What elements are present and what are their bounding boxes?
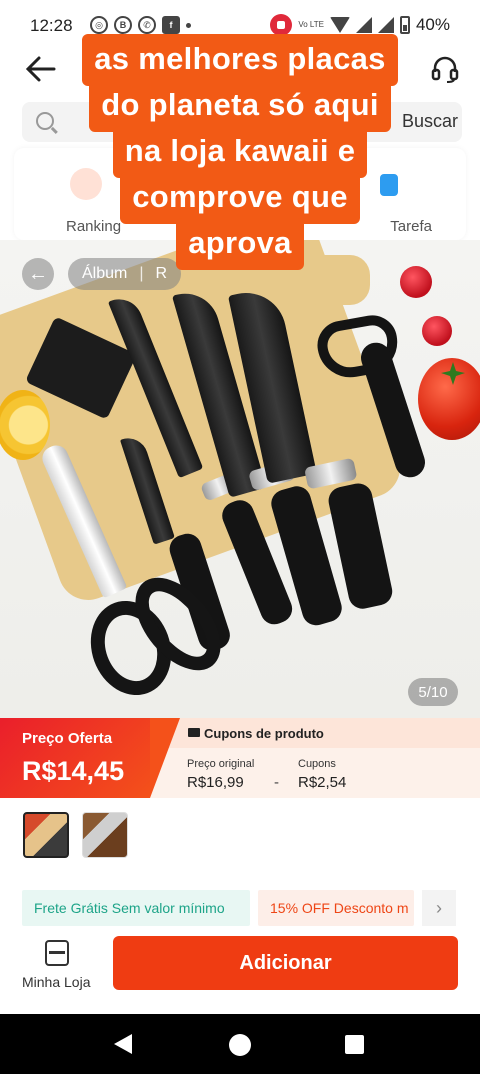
caption-overlay: as melhores placas do planeta só aqui na… [60, 34, 420, 270]
caption-line: na loja kawaii e [112, 126, 368, 178]
album-back-icon[interactable]: ← [22, 258, 54, 290]
original-price-value: R$16,99 [187, 774, 244, 791]
status-right: Vo LTE 40% [270, 14, 450, 36]
back-arrow-icon[interactable] [24, 52, 58, 86]
discount-tag[interactable]: 15% OFF Desconto m [258, 890, 414, 926]
tomato-stem [441, 362, 465, 385]
caption-line: as melhores placas [82, 34, 398, 86]
battery-percent: 40% [415, 15, 450, 34]
price-slant [150, 718, 180, 798]
coupon-title: Cupons de produto [188, 726, 324, 741]
signal-icon-2 [377, 17, 394, 33]
notification-app-icon: ◎ [90, 16, 108, 34]
product-image[interactable] [0, 240, 480, 718]
original-price-label: Preço original [187, 758, 255, 770]
battery-icon [399, 16, 410, 34]
search-icon [36, 112, 54, 130]
wifi-icon [329, 17, 350, 33]
b-app-icon: B [114, 16, 132, 34]
coupon-label: Cupons [298, 758, 336, 770]
image-counter: 5/10 [408, 678, 458, 706]
facebook-icon: f [162, 16, 180, 34]
system-nav-bar [0, 1014, 480, 1074]
cherry-tomato [422, 316, 452, 346]
add-to-cart-button[interactable]: Adicionar [113, 936, 458, 990]
tags-more-chevron-icon[interactable]: › [422, 890, 456, 926]
nav-back-icon[interactable] [114, 1034, 132, 1054]
more-notifications-dot-icon [186, 23, 191, 28]
screen: 12:28 ◎ B ✆ f Vo LTE 40% Buscar Ranking … [0, 0, 480, 1074]
my-store-button[interactable]: Minha Loja [22, 974, 91, 990]
minus-sign: - [274, 774, 279, 791]
whatsapp-icon: ✆ [138, 16, 156, 34]
nav-home-icon[interactable] [229, 1034, 251, 1056]
recording-icon [270, 14, 293, 36]
bottom-action-bar: Minha Loja Adicionar [0, 926, 480, 1012]
coupon-title-text: Cupons de produto [204, 726, 324, 741]
price-box: Preço Oferta R$14,45 [0, 718, 150, 798]
variant-thumbnail-selected[interactable] [23, 812, 69, 858]
status-time: 12:28 [30, 16, 73, 35]
headset-icon[interactable] [430, 54, 460, 84]
price-value: R$14,45 [22, 756, 125, 786]
free-shipping-tag[interactable]: Frete Grátis Sem valor mínimo [22, 890, 250, 926]
notification-icons: ◎ B ✆ f [90, 16, 191, 34]
signal-icon [355, 17, 372, 33]
nav-recents-icon[interactable] [345, 1035, 364, 1054]
caption-line: aprova [176, 218, 304, 270]
variant-thumbnail[interactable] [82, 812, 128, 858]
coupon-header: Cupons de produto [150, 718, 480, 748]
caption-line: comprove que [120, 172, 360, 224]
price-label: Preço Oferta [22, 730, 113, 747]
coupon-value: R$2,54 [298, 774, 347, 791]
coupon-area[interactable]: Cupons de produto Preço original R$16,99… [150, 718, 480, 798]
store-icon[interactable] [45, 940, 69, 966]
cherry-tomato [400, 266, 432, 298]
volte-indicator: Vo LTE [298, 20, 324, 29]
caption-line: do planeta só aqui [89, 80, 391, 132]
